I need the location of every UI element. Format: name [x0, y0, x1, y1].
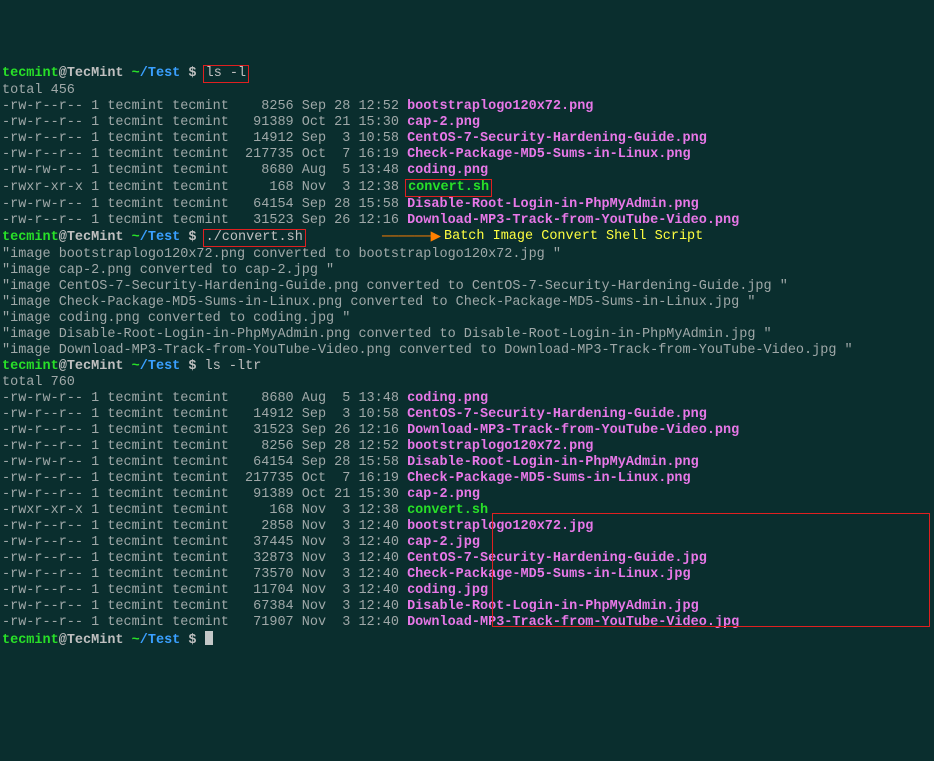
command-input: ls -l [203, 65, 250, 83]
file-name: Disable-Root-Login-in-PhpMyAdmin.jpg [407, 599, 699, 614]
output-line: "image Check-Package-MD5-Sums-in-Linux.p… [2, 295, 932, 311]
arrow-icon: ──────▶ [382, 230, 441, 246]
prompt-dollar: $ [180, 359, 204, 374]
prompt-user: tecmint [2, 230, 59, 245]
ls-row: -rw-r--r-- 1 tecmint tecmint 67384 Nov 3… [2, 599, 932, 615]
file-name: Disable-Root-Login-in-PhpMyAdmin.png [407, 197, 699, 212]
ls-row: -rw-r--r-- 1 tecmint tecmint 8256 Sep 28… [2, 439, 932, 455]
output-line: "image bootstraplogo120x72.png converted… [2, 247, 932, 263]
file-name: cap-2.jpg [407, 535, 480, 550]
prompt-at: @ [59, 230, 67, 245]
ls-row: -rw-r--r-- 1 tecmint tecmint 2858 Nov 3 … [2, 519, 932, 535]
file-name: coding.png [407, 391, 488, 406]
file-name: CentOS-7-Security-Hardening-Guide.png [407, 407, 707, 422]
annotation-label: Batch Image Convert Shell Script [444, 229, 703, 245]
file-name: Download-MP3-Track-from-YouTube-Video.pn… [407, 213, 739, 228]
prompt-at: @ [59, 66, 67, 81]
file-name: Disable-Root-Login-in-PhpMyAdmin.png [407, 455, 699, 470]
ls-row: -rw-r--r-- 1 tecmint tecmint 14912 Sep 3… [2, 407, 932, 423]
prompt-tilde: ~ [132, 230, 140, 245]
ls-row: -rw-rw-r-- 1 tecmint tecmint 8680 Aug 5 … [2, 391, 932, 407]
ls-row: -rw-r--r-- 1 tecmint tecmint 14912 Sep 3… [2, 131, 932, 147]
ls-row: -rwxr-xr-x 1 tecmint tecmint 168 Nov 3 1… [2, 179, 932, 197]
prompt-user: tecmint [2, 359, 59, 374]
total-line: total 456 [2, 83, 932, 99]
total-line: total 760 [2, 375, 932, 391]
prompt-tilde: ~ [132, 359, 140, 374]
output-line: "image coding.png converted to coding.jp… [2, 311, 932, 327]
cursor [205, 631, 213, 645]
ls-row: -rw-rw-r-- 1 tecmint tecmint 64154 Sep 2… [2, 197, 932, 213]
file-name: convert.sh [407, 503, 488, 518]
ls-row: -rw-r--r-- 1 tecmint tecmint 71907 Nov 3… [2, 615, 932, 631]
ls-row: -rw-r--r-- 1 tecmint tecmint 217735 Oct … [2, 471, 932, 487]
prompt-dollar: $ [180, 230, 204, 245]
prompt-line[interactable]: tecmint@TecMint ~/Test $ ls -l [2, 65, 932, 83]
prompt-at: @ [59, 359, 67, 374]
prompt-dollar: $ [180, 66, 204, 81]
ls-row: -rw-r--r-- 1 tecmint tecmint 37445 Nov 3… [2, 535, 932, 551]
prompt-host: TecMint [67, 230, 124, 245]
ls-row: -rw-rw-r-- 1 tecmint tecmint 8680 Aug 5 … [2, 163, 932, 179]
file-name: bootstraplogo120x72.png [407, 99, 593, 114]
command-input: ./convert.sh [203, 229, 306, 247]
file-name: CentOS-7-Security-Hardening-Guide.jpg [407, 551, 707, 566]
prompt-at: @ [59, 633, 67, 648]
file-name: bootstraplogo120x72.png [407, 439, 593, 454]
ls-row: -rw-r--r-- 1 tecmint tecmint 8256 Sep 28… [2, 99, 932, 115]
prompt-line[interactable]: tecmint@TecMint ~/Test $ [2, 631, 932, 649]
ls-row: -rw-r--r-- 1 tecmint tecmint 31523 Sep 2… [2, 213, 932, 229]
file-name: cap-2.png [407, 487, 480, 502]
ls-row: -rw-r--r-- 1 tecmint tecmint 31523 Sep 2… [2, 423, 932, 439]
command-input: ls -ltr [205, 359, 262, 374]
prompt-line[interactable]: tecmint@TecMint ~/Test $ ./convert.sh ───… [2, 229, 932, 247]
file-name: Check-Package-MD5-Sums-in-Linux.png [407, 147, 691, 162]
output-line: "image Download-MP3-Track-from-YouTube-V… [2, 343, 932, 359]
file-name: convert.sh [405, 179, 492, 197]
prompt-dollar: $ [180, 633, 204, 648]
prompt-host: TecMint [67, 359, 124, 374]
file-name: Download-MP3-Track-from-YouTube-Video.pn… [407, 423, 739, 438]
file-name: Check-Package-MD5-Sums-in-Linux.jpg [407, 567, 691, 582]
prompt-line[interactable]: tecmint@TecMint ~/Test $ ls -ltr [2, 359, 932, 375]
file-name: Download-MP3-Track-from-YouTube-Video.jp… [407, 615, 739, 630]
ls-row: -rw-r--r-- 1 tecmint tecmint 11704 Nov 3… [2, 583, 932, 599]
prompt-path: /Test [140, 230, 181, 245]
prompt-user: tecmint [2, 633, 59, 648]
output-line: "image CentOS-7-Security-Hardening-Guide… [2, 279, 932, 295]
file-name: CentOS-7-Security-Hardening-Guide.png [407, 131, 707, 146]
terminal-output[interactable]: tecmint@TecMint ~/Test $ ls -ltotal 456-… [2, 65, 932, 649]
prompt-path: /Test [140, 633, 181, 648]
ls-row: -rw-r--r-- 1 tecmint tecmint 32873 Nov 3… [2, 551, 932, 567]
prompt-path: /Test [140, 359, 181, 374]
prompt-tilde: ~ [132, 633, 140, 648]
prompt-tilde: ~ [132, 66, 140, 81]
prompt-user: tecmint [2, 66, 59, 81]
prompt-path: /Test [140, 66, 181, 81]
ls-row: -rw-rw-r-- 1 tecmint tecmint 64154 Sep 2… [2, 455, 932, 471]
file-name: Check-Package-MD5-Sums-in-Linux.png [407, 471, 691, 486]
output-line: "image cap-2.png converted to cap-2.jpg … [2, 263, 932, 279]
ls-row: -rw-r--r-- 1 tecmint tecmint 91389 Oct 2… [2, 487, 932, 503]
output-line: "image Disable-Root-Login-in-PhpMyAdmin.… [2, 327, 932, 343]
ls-row: -rw-r--r-- 1 tecmint tecmint 73570 Nov 3… [2, 567, 932, 583]
file-name: coding.png [407, 163, 488, 178]
ls-row: -rwxr-xr-x 1 tecmint tecmint 168 Nov 3 1… [2, 503, 932, 519]
ls-row: -rw-r--r-- 1 tecmint tecmint 91389 Oct 2… [2, 115, 932, 131]
prompt-host: TecMint [67, 633, 124, 648]
file-name: bootstraplogo120x72.jpg [407, 519, 593, 534]
file-name: coding.jpg [407, 583, 488, 598]
prompt-host: TecMint [67, 66, 124, 81]
file-name: cap-2.png [407, 115, 480, 130]
ls-row: -rw-r--r-- 1 tecmint tecmint 217735 Oct … [2, 147, 932, 163]
